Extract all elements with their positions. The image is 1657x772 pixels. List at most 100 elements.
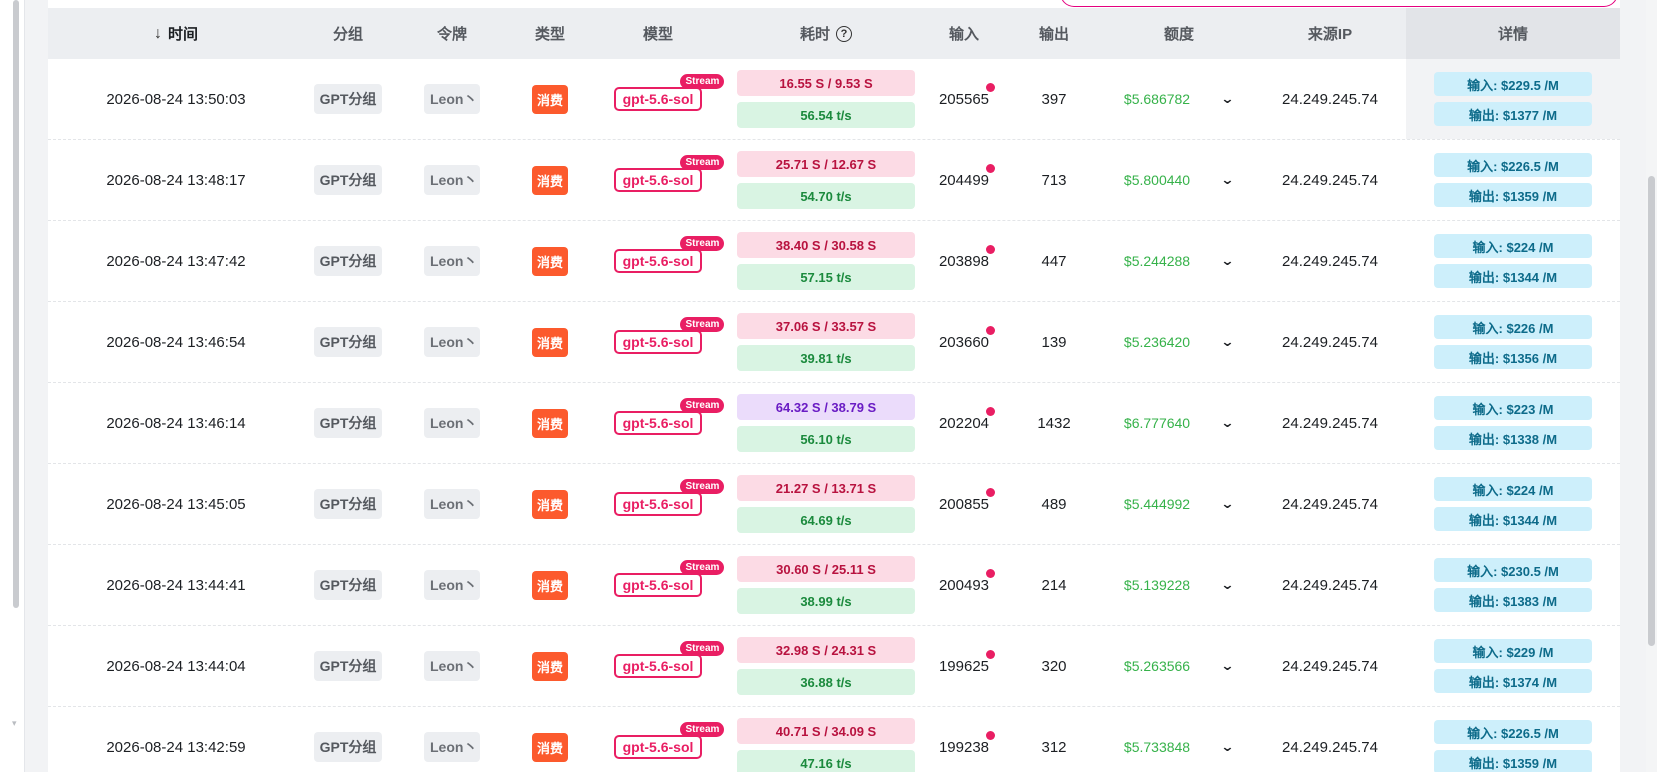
duration-cell: 16.55 S / 9.53 S 56.54 t/s (728, 59, 924, 139)
input-cell: 203660 (924, 302, 1004, 382)
chevron-down-icon[interactable]: ⌄ (1220, 334, 1234, 350)
table-row[interactable]: 2026-08-24 13:46:14 GPT分组 Leon丶 消费 gpt-5.6-s… (48, 383, 1620, 464)
stream-badge: Stream (680, 316, 725, 332)
arrow-down-icon[interactable]: ↓ (154, 25, 162, 43)
detail-input-price: 输入: $224 /M (1434, 234, 1592, 258)
quota-value: $5.139228 (1123, 577, 1191, 593)
question-circle-icon[interactable]: ? (836, 25, 852, 42)
ip-cell: 24.249.245.74 (1254, 707, 1406, 772)
model-cell: gpt-5.6-sol Stream (588, 59, 728, 139)
token-tag[interactable]: Leon丶 (424, 570, 480, 600)
table-row[interactable]: 2026-08-24 13:44:41 GPT分组 Leon丶 消费 gpt-5.6-s… (48, 545, 1620, 626)
token-tag[interactable]: Leon丶 (424, 651, 480, 681)
detail-input-price: 输入: $224 /M (1434, 477, 1592, 501)
time-cell: 2026-08-24 13:48:17 (48, 140, 304, 220)
model-tag[interactable]: gpt-5.6-sol (613, 653, 703, 678)
model-tag[interactable]: gpt-5.6-sol (613, 248, 703, 273)
time-cell: 2026-08-24 13:46:54 (48, 302, 304, 382)
quota-cell: $5.139228 (1104, 545, 1210, 625)
duration-badge: 25.71 S / 12.67 S (737, 151, 915, 177)
token-cell: Leon丶 (392, 464, 512, 544)
quota-value: $5.686782 (1123, 91, 1191, 107)
chevron-down-icon[interactable]: ⌄ (1220, 172, 1234, 188)
token-cell: Leon丶 (392, 626, 512, 706)
chevron-down-icon[interactable]: ⌄ (1220, 577, 1234, 593)
time-cell: 2026-08-24 13:47:42 (48, 221, 304, 301)
model-tag[interactable]: gpt-5.6-sol (613, 410, 703, 435)
group-cell: GPT分组 (304, 302, 392, 382)
token-tag[interactable]: Leon丶 (424, 408, 480, 438)
token-tag[interactable]: Leon丶 (424, 489, 480, 519)
duration-cell: 30.60 S / 25.11 S 38.99 t/s (728, 545, 924, 625)
cache-indicator-dot (986, 730, 996, 740)
token-tag[interactable]: Leon丶 (424, 327, 480, 357)
column-header-time[interactable]: ↓ 时间 (48, 8, 304, 59)
page-scrollbar[interactable] (1646, 0, 1657, 772)
input-cell: 199625 (924, 626, 1004, 706)
output-tokens: 312 (1041, 738, 1067, 756)
table-row[interactable]: 2026-08-24 13:45:05 GPT分组 Leon丶 消费 gpt-5.6-s… (48, 464, 1620, 545)
chevron-down-icon[interactable]: ⌄ (1220, 496, 1234, 512)
table-row[interactable]: 2026-08-24 13:48:17 GPT分组 Leon丶 消费 gpt-5.6-s… (48, 140, 1620, 221)
chevron-down-icon[interactable]: ⌄ (1220, 739, 1234, 755)
ip-cell: 24.249.245.74 (1254, 383, 1406, 463)
output-tokens: 214 (1041, 576, 1067, 594)
table-row[interactable]: 2026-08-24 13:46:54 GPT分组 Leon丶 消费 gpt-5.6-s… (48, 302, 1620, 383)
details-cell: 输入: $223 /M 输出: $1338 /M (1406, 383, 1620, 463)
type-cell: 消费 (512, 626, 588, 706)
cache-indicator-dot (986, 649, 996, 659)
expand-cell: ⌄ (1210, 221, 1244, 301)
page-scrollbar-thumb[interactable] (1648, 176, 1655, 646)
cache-indicator-dot (986, 325, 996, 335)
input-tokens: 199625 (938, 657, 990, 675)
model-tag[interactable]: gpt-5.6-sol (613, 86, 703, 111)
chevron-down-icon[interactable]: ⌄ (1220, 91, 1234, 107)
stream-badge: Stream (680, 397, 725, 413)
group-tag: GPT分组 (313, 165, 383, 195)
model-tag[interactable]: gpt-5.6-sol (613, 167, 703, 192)
token-tag[interactable]: Leon丶 (424, 246, 480, 276)
details-cell: 输入: $229 /M 输出: $1374 /M (1406, 626, 1620, 706)
stream-badge: Stream (680, 154, 725, 170)
quota-cell: $5.263566 (1104, 626, 1210, 706)
left-sidebar-strip: ▾ (0, 0, 25, 772)
model-tag[interactable]: gpt-5.6-sol (613, 491, 703, 516)
token-tag[interactable]: Leon丶 (424, 732, 480, 762)
expand-cell: ⌄ (1210, 140, 1244, 220)
time-value: 2026-08-24 13:48:17 (106, 171, 246, 189)
chevron-down-icon[interactable]: ⌄ (1220, 253, 1234, 269)
table-header: ↓ 时间 分组 令牌 类型 模型 耗时 ? 输入 输出 额度 来源IP 详情 (48, 8, 1620, 59)
model-cell: gpt-5.6-sol Stream (588, 221, 728, 301)
left-scrollbar-thumb[interactable] (13, 0, 19, 608)
cache-indicator-dot (986, 244, 996, 254)
model-tag[interactable]: gpt-5.6-sol (613, 329, 703, 354)
quota-value: $5.733848 (1123, 739, 1191, 755)
time-value: 2026-08-24 13:45:05 (106, 495, 246, 513)
table-row[interactable]: 2026-08-24 13:44:04 GPT分组 Leon丶 消费 gpt-5.6-s… (48, 626, 1620, 707)
input-cell: 200855 (924, 464, 1004, 544)
source-ip: 24.249.245.74 (1282, 252, 1378, 270)
table-row[interactable]: 2026-08-24 13:50:03 GPT分组 Leon丶 消费 gpt-5.6-s… (48, 59, 1620, 140)
group-cell: GPT分组 (304, 545, 392, 625)
column-header-details: 详情 (1406, 8, 1620, 59)
duration-cell: 38.40 S / 30.58 S 57.15 t/s (728, 221, 924, 301)
source-ip: 24.249.245.74 (1282, 90, 1378, 108)
table-row[interactable]: 2026-08-24 13:42:59 GPT分组 Leon丶 消费 gpt-5.6-s… (48, 707, 1620, 772)
model-tag[interactable]: gpt-5.6-sol (613, 734, 703, 759)
table-row[interactable]: 2026-08-24 13:47:42 GPT分组 Leon丶 消费 gpt-5.6-s… (48, 221, 1620, 302)
quota-cell: $5.800440 (1104, 140, 1210, 220)
speed-badge: 64.69 t/s (737, 507, 915, 533)
token-tag[interactable]: Leon丶 (424, 165, 480, 195)
ip-cell: 24.249.245.74 (1254, 545, 1406, 625)
time-cell: 2026-08-24 13:50:03 (48, 59, 304, 139)
collapse-arrow-icon[interactable]: ▾ (12, 718, 17, 729)
chevron-down-icon[interactable]: ⌄ (1220, 658, 1234, 674)
chevron-down-icon[interactable]: ⌄ (1220, 415, 1234, 431)
column-header-duration: 耗时 ? (728, 8, 924, 59)
output-tokens: 320 (1041, 657, 1067, 675)
model-tag[interactable]: gpt-5.6-sol (613, 572, 703, 597)
pagination-tabs-edge (1060, 0, 1618, 7)
detail-input-price: 输入: $226.5 /M (1434, 153, 1592, 177)
token-tag[interactable]: Leon丶 (424, 84, 480, 114)
group-cell: GPT分组 (304, 59, 392, 139)
